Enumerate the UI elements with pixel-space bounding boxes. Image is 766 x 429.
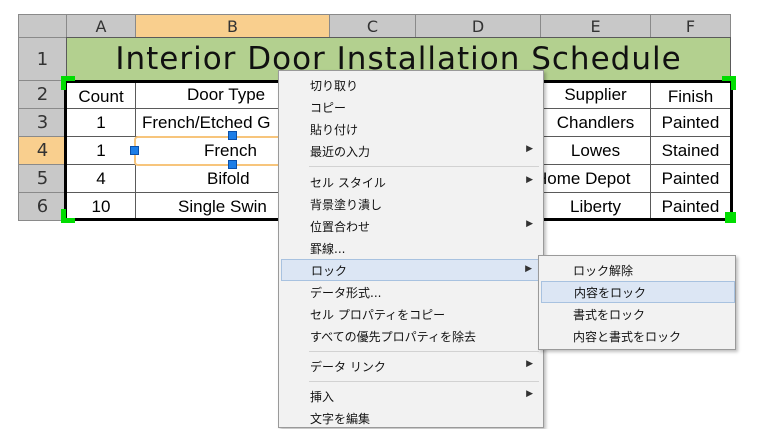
table-cell-finish[interactable]: Painted: [650, 192, 731, 221]
row-header-3[interactable]: 3: [18, 108, 67, 137]
menu-item-lock[interactable]: ロック ▶: [281, 259, 543, 281]
table-cell-supplier[interactable]: Home Depot: [540, 164, 651, 193]
submenu-item-lock-content[interactable]: 内容をロック: [541, 281, 735, 303]
menu-separator: [309, 381, 539, 382]
menu-item-insert[interactable]: 挿入 ▶: [281, 385, 543, 407]
column-header-f[interactable]: F: [650, 14, 731, 38]
menu-item-copy-cell-properties[interactable]: セル プロパティをコピー: [281, 303, 543, 325]
table-cell-count[interactable]: 4: [66, 164, 136, 193]
menu-item-copy[interactable]: コピー: [281, 96, 543, 118]
context-menu: 切り取り コピー 貼り付け 最近の入力 ▶ セル スタイル ▶ 背景塗り潰し 位置合…: [278, 70, 544, 428]
table-cell-supplier[interactable]: Chandlers: [540, 108, 651, 137]
header-cell-finish[interactable]: Finish: [650, 80, 731, 109]
submenu-arrow-icon: ▶: [526, 175, 533, 185]
row-header-4[interactable]: 4: [18, 136, 67, 165]
menu-separator: [309, 166, 539, 167]
column-header-c[interactable]: C: [329, 14, 416, 38]
table-cell-supplier[interactable]: Liberty: [540, 192, 651, 221]
row-header-6[interactable]: 6: [18, 192, 67, 221]
row-header-2[interactable]: 2: [18, 80, 67, 109]
menu-item-remove-overrides[interactable]: すべての優先プロパティを除去: [281, 325, 543, 347]
submenu-arrow-icon: ▶: [526, 144, 533, 154]
column-header-d[interactable]: D: [415, 14, 541, 38]
menu-item-edit-text[interactable]: 文字を編集: [281, 407, 543, 429]
row-header-1[interactable]: 1: [18, 37, 67, 81]
header-cell-count[interactable]: Count: [66, 80, 136, 109]
menu-item-cell-style[interactable]: セル スタイル ▶: [281, 171, 543, 193]
cell-handle-top[interactable]: [228, 131, 237, 140]
table-cell-count[interactable]: 10: [66, 192, 136, 221]
menu-item-paste[interactable]: 貼り付け: [281, 118, 543, 140]
table-cell-count[interactable]: 1: [66, 136, 136, 165]
submenu-arrow-icon: ▶: [526, 359, 533, 369]
row-header-5[interactable]: 5: [18, 164, 67, 193]
corner-header[interactable]: [18, 14, 67, 38]
menu-item-data-format[interactable]: データ形式...: [281, 281, 543, 303]
menu-item-alignment[interactable]: 位置合わせ ▶: [281, 215, 543, 237]
grip-bottom-right[interactable]: [725, 212, 736, 223]
submenu-item-lock-format[interactable]: 書式をロック: [541, 303, 735, 325]
submenu-item-unlock[interactable]: ロック解除: [541, 259, 735, 281]
header-cell-supplier[interactable]: Supplier: [540, 80, 651, 109]
table-cell-finish[interactable]: Stained: [650, 136, 731, 165]
column-header-a[interactable]: A: [66, 14, 136, 38]
table-cell-finish[interactable]: Painted: [650, 108, 731, 137]
menu-item-data-link[interactable]: データ リンク ▶: [281, 355, 543, 377]
submenu-arrow-icon: ▶: [525, 264, 532, 274]
submenu-arrow-icon: ▶: [526, 389, 533, 399]
table-cell-supplier[interactable]: Lowes: [540, 136, 651, 165]
column-header-e[interactable]: E: [540, 14, 651, 38]
cell-handle-bottom[interactable]: [228, 160, 237, 169]
column-header-b[interactable]: B: [135, 14, 330, 38]
menu-item-borders[interactable]: 罫線...: [281, 237, 543, 259]
selected-cell-outline: [134, 136, 290, 166]
menu-separator: [309, 351, 539, 352]
cell-handle-left[interactable]: [130, 146, 139, 155]
menu-item-cut[interactable]: 切り取り: [281, 74, 543, 96]
table-cell-count[interactable]: 1: [66, 108, 136, 137]
menu-item-recent-input[interactable]: 最近の入力 ▶: [281, 140, 543, 162]
submenu-arrow-icon: ▶: [526, 219, 533, 229]
menu-item-background-fill[interactable]: 背景塗り潰し: [281, 193, 543, 215]
table-cell-finish[interactable]: Painted: [650, 164, 731, 193]
lock-submenu: ロック解除 内容をロック 書式をロック 内容と書式をロック: [538, 255, 736, 350]
submenu-item-lock-content-and-format[interactable]: 内容と書式をロック: [541, 325, 735, 347]
